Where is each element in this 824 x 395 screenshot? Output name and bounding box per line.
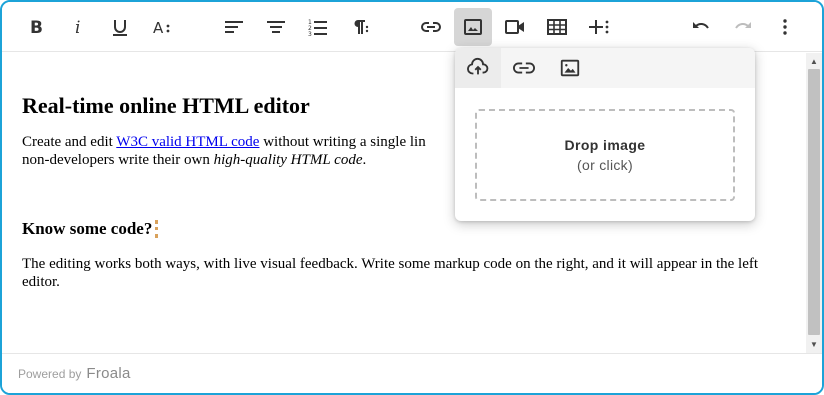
paragraph-1-line2: non-developers write their own [22, 152, 214, 168]
image-popup-tabs [455, 48, 755, 88]
insert-table-button[interactable] [538, 8, 576, 46]
insert-link-button[interactable] [412, 8, 450, 46]
bold-button[interactable]: B [17, 8, 55, 46]
vertical-dots-icon [783, 19, 787, 35]
image-icon [464, 19, 482, 35]
froala-editor: B i A 123 Real-time online HTML editor C… [0, 0, 824, 395]
link-icon [421, 22, 441, 32]
insert-image-popup: Drop image (or click) [455, 48, 755, 221]
heading-2-text: Know some code? [22, 219, 153, 238]
vertical-scrollbar[interactable]: ▲ ▼ [806, 53, 822, 353]
scroll-down-arrow-icon[interactable]: ▼ [806, 337, 822, 351]
image-dropzone[interactable]: Drop image (or click) [475, 109, 735, 201]
paragraph-icon [354, 20, 369, 34]
link-icon [513, 62, 535, 74]
tab-upload-image[interactable] [455, 48, 501, 88]
toolbar: B i A 123 [2, 2, 822, 52]
paragraph-1-middle: without writing a single lin [259, 134, 426, 150]
align-button[interactable] [215, 8, 253, 46]
image-gallery-icon [560, 59, 580, 77]
redo-button[interactable] [724, 8, 762, 46]
powered-by-label: Powered by [18, 366, 82, 381]
paragraph-1-prefix: Create and edit [22, 134, 117, 150]
more-options-button[interactable] [766, 8, 804, 46]
upload-cloud-icon [467, 58, 489, 75]
paragraph-1-italic: high-quality HTML code [213, 152, 363, 168]
align-left-icon [225, 21, 243, 33]
paragraph-format-button[interactable] [257, 8, 295, 46]
content-paragraph-2: The editing works both ways, with live v… [22, 256, 759, 290]
table-icon [547, 19, 567, 35]
scroll-up-arrow-icon[interactable]: ▲ [806, 54, 822, 68]
video-icon [505, 20, 524, 34]
font-size-button[interactable]: A [143, 8, 181, 46]
italic-button[interactable]: i [59, 8, 97, 46]
font-size-icon: A [153, 19, 170, 37]
tab-image-manager[interactable] [547, 48, 593, 88]
w3c-link[interactable]: W3C valid HTML code [116, 134, 259, 150]
undo-button[interactable] [682, 8, 720, 46]
drop-image-subtitle: (or click) [577, 157, 633, 173]
text-cursor-icon [155, 220, 160, 238]
drop-image-title: Drop image [564, 137, 646, 153]
bold-icon: B [30, 18, 43, 37]
ordered-list-icon: 123 [308, 19, 327, 37]
svg-text:i: i [75, 18, 80, 37]
more-insert-button[interactable] [580, 8, 618, 46]
scroll-thumb[interactable] [808, 69, 820, 335]
paragraph-1-end: . [362, 152, 367, 168]
tab-image-by-url[interactable] [501, 48, 547, 88]
footer: Powered by Froala [2, 353, 822, 393]
italic-icon: i [75, 18, 80, 37]
insert-video-button[interactable] [496, 8, 534, 46]
insert-image-button[interactable] [454, 8, 492, 46]
svg-text:B: B [30, 18, 43, 37]
paragraph-button[interactable] [341, 8, 379, 46]
undo-icon [693, 22, 709, 29]
svg-text:3: 3 [308, 31, 312, 37]
redo-icon [735, 22, 751, 29]
align-center-icon [267, 21, 285, 33]
froala-brand-link[interactable]: Froala [86, 365, 130, 382]
underline-button[interactable] [101, 8, 139, 46]
plus-more-icon [589, 20, 609, 34]
svg-text:A: A [153, 19, 164, 37]
content-heading-2: Know some code? [22, 219, 786, 239]
underline-icon [113, 20, 127, 36]
ordered-list-button[interactable]: 123 [299, 8, 337, 46]
